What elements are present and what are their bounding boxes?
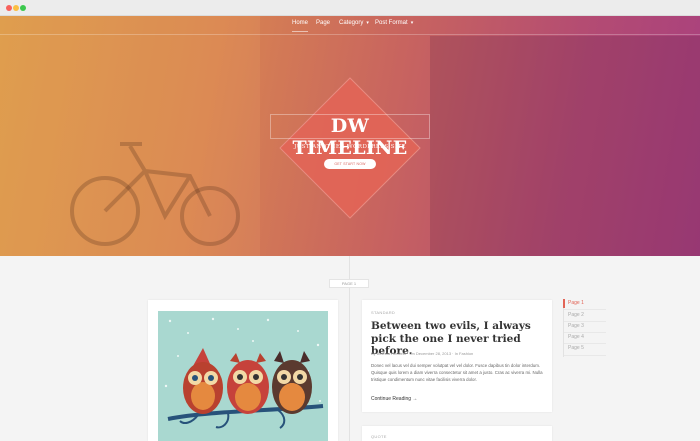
owls-illustration[interactable] — [158, 311, 328, 441]
site-tagline: JUST ANOTHER WORDPRESS SITE — [294, 144, 406, 150]
page-link-5[interactable]: Page 5 — [568, 345, 584, 351]
close-window-dot[interactable] — [6, 5, 12, 11]
post-format-label: QUOTE — [371, 434, 387, 439]
hero-banner: Home Page Category ▾ Post Format ▾ DW TIME… — [0, 16, 700, 256]
divider — [564, 355, 606, 356]
active-page-indicator — [563, 299, 565, 308]
page-link-4[interactable]: Page 4 — [568, 334, 584, 340]
divider — [564, 332, 606, 333]
chevron-down-icon: ▾ — [410, 20, 414, 26]
timeline-page-marker: PAGE 1 — [329, 279, 369, 288]
nav-item-home[interactable]: Home — [292, 20, 309, 32]
site-title[interactable]: DW TIMELINE — [270, 115, 430, 159]
page-link-3[interactable]: Page 3 — [568, 323, 584, 329]
continue-reading-link[interactable]: Continue Reading → — [371, 396, 417, 402]
timeline-pagination: Page 1 Page 2 Page 3 Page 4 Page 5 — [563, 299, 606, 357]
chevron-down-icon: ▾ — [366, 20, 369, 26]
divider — [564, 321, 606, 322]
post-excerpt: Donec vel lacus vel dui semper volutpat … — [371, 363, 543, 382]
nav-item-category[interactable]: Category ▾ — [339, 20, 369, 26]
browser-titlebar — [0, 0, 700, 16]
divider — [564, 343, 606, 344]
page-link-1[interactable]: Page 1 — [568, 300, 584, 306]
nav-item-post-format[interactable]: Post Format ▾ — [375, 20, 413, 26]
divider — [564, 309, 606, 310]
nav-divider — [0, 34, 700, 35]
owls-image — [164, 317, 324, 429]
post-meta: By Belinda Redfield · On December 28, 20… — [371, 351, 474, 356]
quote-post-card — [362, 426, 552, 441]
nav-item-page[interactable]: Page — [316, 20, 330, 26]
post-format-label: STANDARD — [371, 310, 396, 315]
bicycle-image — [70, 142, 240, 246]
maximize-window-dot[interactable] — [20, 5, 26, 11]
page-link-2[interactable]: Page 2 — [568, 312, 584, 318]
hero-dark-overlay — [430, 36, 700, 256]
get-start-button[interactable]: GET START NOW — [324, 159, 376, 169]
minimize-window-dot[interactable] — [13, 5, 19, 11]
main-navigation: Home Page Category ▾ Post Format ▾ — [0, 16, 700, 32]
